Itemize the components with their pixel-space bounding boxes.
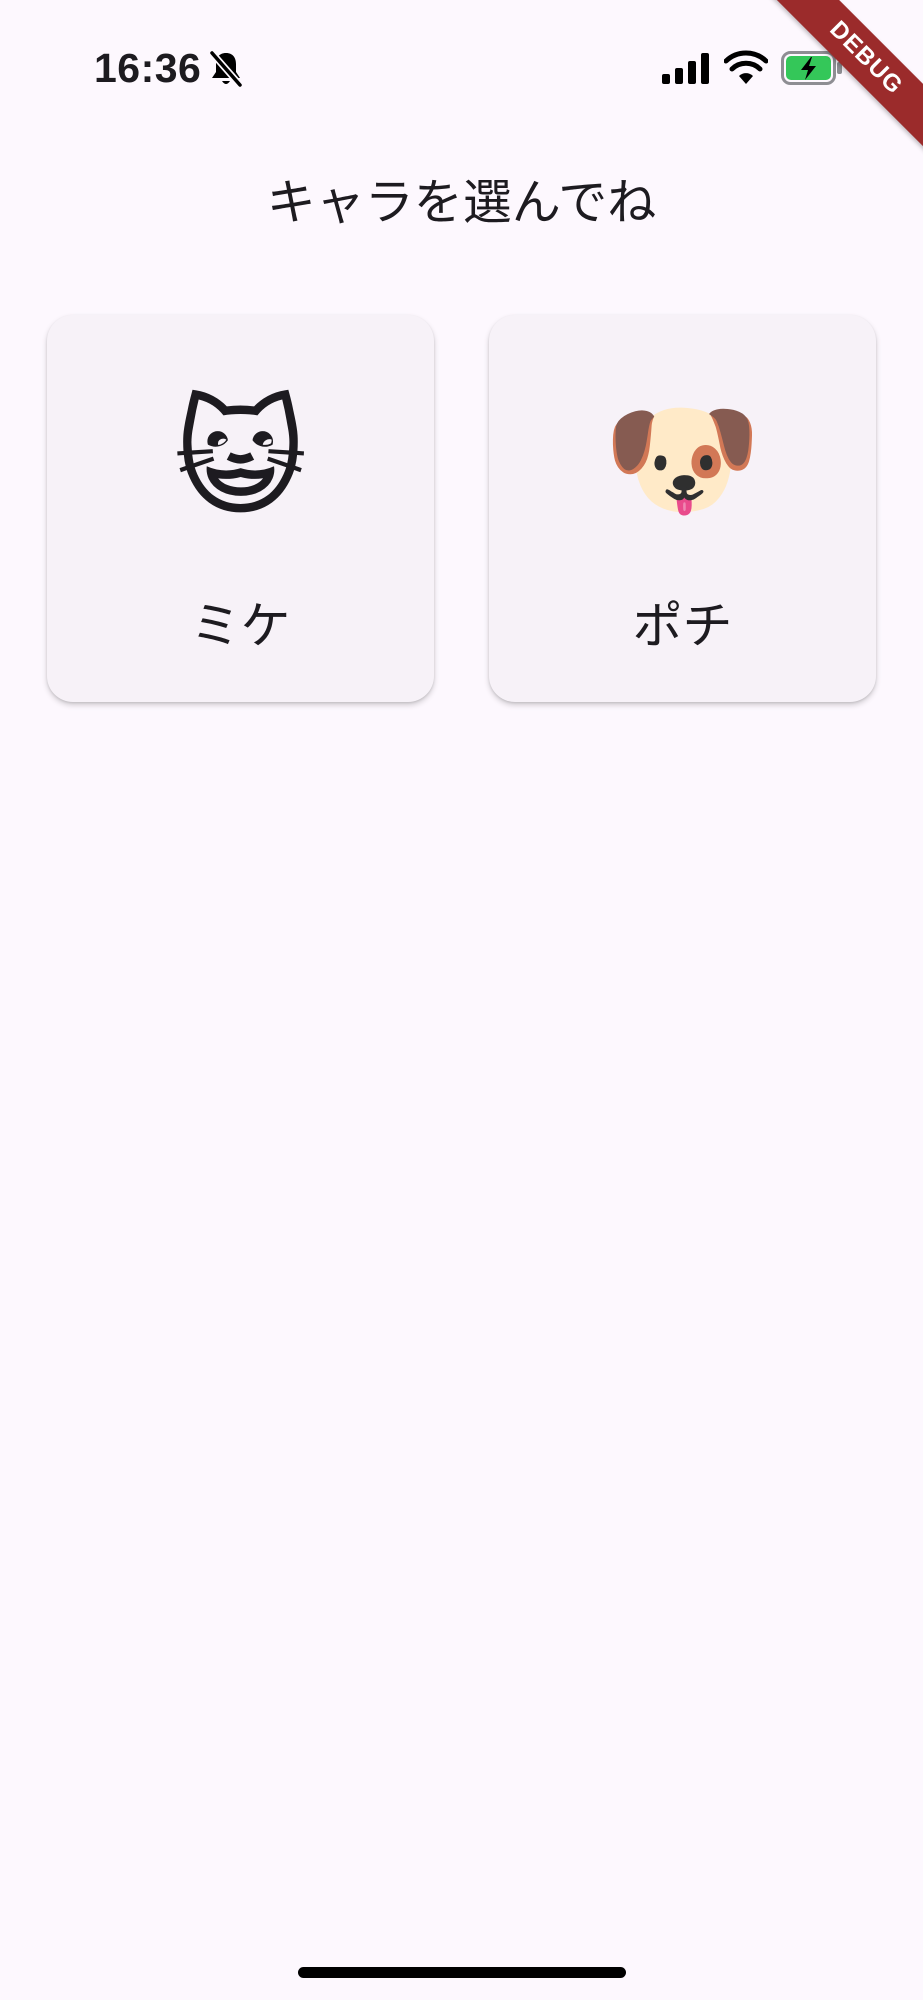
character-card-mike[interactable]: 😺 ミケ: [47, 315, 434, 702]
character-name: ミケ: [190, 597, 291, 655]
character-name: ポチ: [632, 597, 733, 655]
home-indicator[interactable]: [298, 1967, 626, 1978]
bell-slash-icon: [209, 50, 243, 88]
grinning-cat-icon: 😺: [173, 385, 308, 534]
cellular-signal-icon: [662, 53, 709, 84]
wifi-icon: [724, 50, 768, 84]
character-card-pochi[interactable]: 🐶 ポチ: [489, 315, 876, 702]
dog-face-icon: 🐶: [602, 385, 763, 534]
page-title: キャラを選んでね: [266, 174, 657, 231]
status-time: 16:36: [94, 45, 202, 91]
